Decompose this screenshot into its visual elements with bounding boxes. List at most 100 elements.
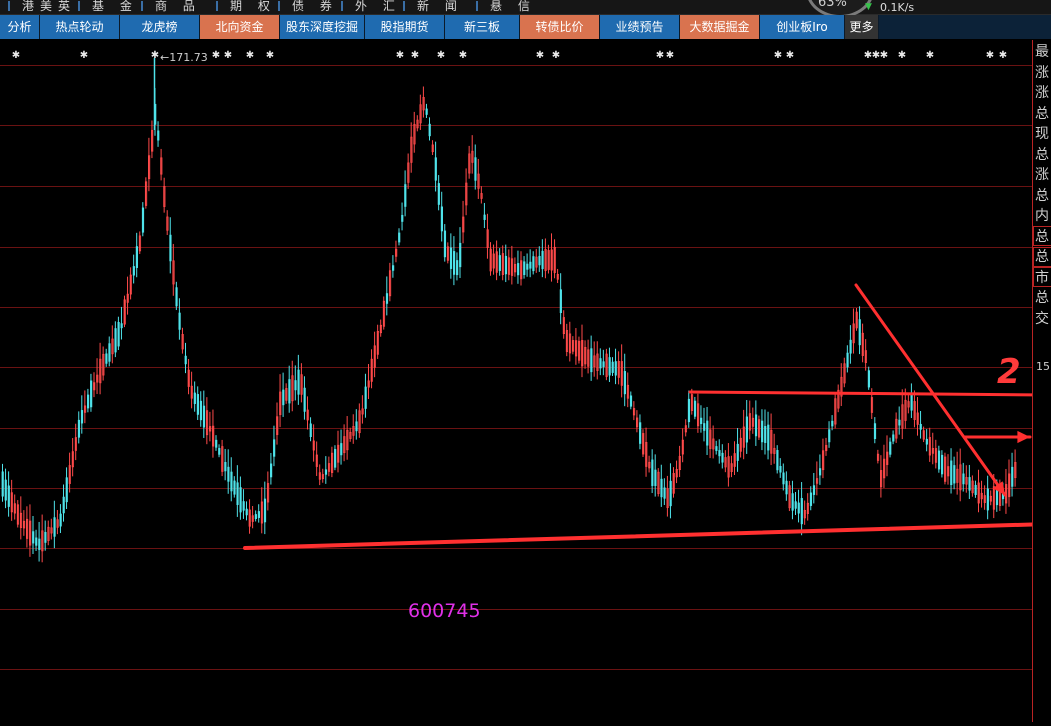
nav-tab[interactable]: 股指期货 [365,15,445,39]
candle-body [889,441,892,455]
quote-field-label: 总 [1035,146,1049,163]
candle-body [108,343,111,362]
candle-body [117,321,120,347]
candle-body [937,450,941,470]
candle-body [761,420,764,443]
candle-body [398,232,401,243]
menu-separator [78,1,80,11]
nav-tab[interactable]: 转债比价 [520,15,600,39]
menu-separator [8,1,10,11]
candle-body [590,348,593,373]
candle-body [797,502,800,514]
support-line-arrow [243,522,1050,550]
event-marker-icon: ✱ [246,50,254,61]
candle-body [517,263,520,276]
event-marker-icon: ✱ [666,50,674,61]
market-menu-item[interactable]: 期 权 [230,0,276,13]
peak-price-label: ←171.73 [160,51,208,64]
nav-tab[interactable]: 业绩预告 [600,15,680,39]
kline-chart[interactable]: ✱✱✱✱✱✱✱✱✱✱✱✱✱✱✱✱✱✱✱✱✱✱✱✱1 [0,40,1051,722]
candle-body [157,130,160,141]
candle-body [910,394,913,411]
nav-tab[interactable]: 龙虎榜 [120,15,200,39]
candle-body [858,319,861,346]
market-menu-item[interactable]: 港美英 [22,0,76,13]
candle-body [334,449,337,468]
candle-body [294,380,297,391]
nav-tab[interactable]: 创业板Iro [760,15,845,39]
candle-body [449,247,453,269]
candle-body [364,386,367,409]
candle-body [736,443,739,461]
market-menu-item[interactable]: 悬 信 [490,0,536,13]
candle-body [968,477,971,491]
candle-body [245,508,248,516]
nav-tab[interactable]: 新三板 [445,15,520,39]
feature-nav-bar: 分析 热点轮动 龙虎榜 北向资金 股东深度挖掘 股指期货 新三板 转债比价 业绩预告 大数据掘金创… [0,15,1051,39]
candle-body [77,419,81,438]
candle-body [474,157,477,181]
menu-separator [341,1,343,11]
candle-body [559,289,562,314]
nav-tab[interactable]: 北向资金 [200,15,280,39]
event-marker-icon: ✱ [12,50,20,61]
candle-body [754,414,758,437]
candle-body [483,214,486,220]
candle-body [867,370,871,388]
candle-body [202,405,206,428]
candle-body [309,423,312,437]
quote-field-label: 交 [1035,310,1049,327]
resistance-line-arrow [688,390,1050,397]
candle-body [32,531,35,544]
target-arrow-1-head [1017,430,1030,444]
candle-body [404,184,407,207]
nav-tab[interactable]: 热点轮动 [40,15,120,39]
candle-body [706,420,709,446]
candle-body [785,480,788,495]
candle-body [437,183,440,205]
market-menu-item[interactable]: 基 金 [92,0,138,13]
candle-body [135,246,138,268]
candle-body [639,422,642,444]
candle-body [440,206,444,232]
quote-field-label: 最 [1035,44,1049,60]
candle-body [718,450,721,457]
quote-field-label: 涨 [1035,85,1049,101]
candle-body [892,434,895,442]
event-marker-icon: ✱ [396,50,404,61]
market-menu-item[interactable]: 外 汇 [355,0,401,13]
candle-body [90,380,93,408]
candle-body [764,426,767,443]
menu-separator [141,1,143,11]
stock-code-label: 600745 [408,600,481,622]
nav-tab[interactable]: 分析 [0,15,40,39]
network-speed: 0.1K/s [880,1,915,14]
quote-field-label: 现 [1035,126,1049,142]
candle-body [782,472,785,485]
candle-body [846,352,849,368]
quote-field-label: 总 [1035,187,1049,204]
nav-tab[interactable]: 股东深度挖掘 [280,15,365,39]
nav-tab[interactable]: 大数据掘金 [680,15,760,39]
market-menu-item[interactable]: 新 闻 [417,0,463,13]
quote-field-label: 涨 [1035,64,1049,81]
candle-body [218,448,221,455]
candle-body [340,443,343,456]
candle-body [169,234,172,262]
candle-body [175,287,178,307]
candle-body [199,400,203,421]
market-menu-item[interactable]: 债 券 [292,0,338,13]
nav-tab[interactable]: 更多 [845,15,879,39]
candle-body [7,485,10,507]
candle-body [962,473,965,485]
cpu-gauge-value: 63% [818,0,847,10]
candle-body [873,423,877,440]
candle-body [105,353,108,364]
candle-body [523,261,526,276]
candle-body [849,339,852,354]
market-menu-item[interactable]: 商 品 [155,0,201,13]
event-marker-icon: ✱ [999,50,1007,61]
candle-body [669,480,672,507]
candle-body [53,517,56,537]
candle-body [233,480,236,495]
